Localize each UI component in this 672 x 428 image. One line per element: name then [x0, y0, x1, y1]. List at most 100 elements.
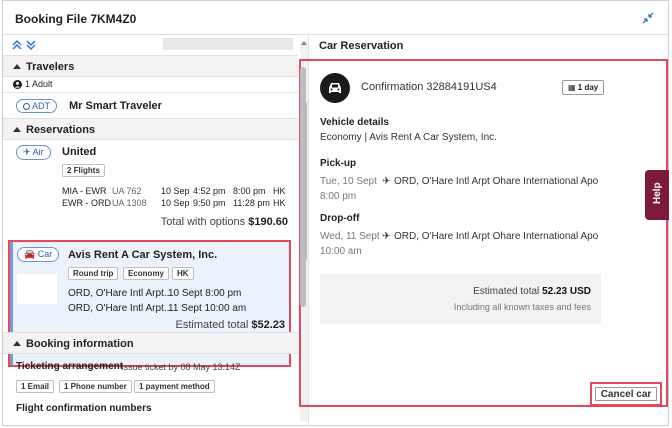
- flight-number: UA 1308: [112, 198, 147, 208]
- flight-status-code: HK: [273, 198, 286, 208]
- ticketing-value: Issue ticket by 08 May 13:14Z: [121, 362, 241, 372]
- traveler-name: Mr Smart Traveler: [69, 100, 162, 112]
- chip-economy: Economy: [123, 267, 170, 280]
- scrollbar-thumb[interactable]: [300, 67, 306, 307]
- reservations-heading: Reservations: [26, 124, 96, 136]
- pickup-time: 8:00 pm: [320, 191, 357, 202]
- dropoff-date: Wed, 11 Sept: [320, 231, 380, 242]
- booking-info-heading: Booking information: [26, 338, 134, 350]
- flight-departure: 4:52 pm: [193, 186, 226, 196]
- plane-icon: ✈: [382, 176, 391, 187]
- person-outline-icon: [23, 103, 30, 111]
- pickup-location: ORD, O'Hare Intl Arpt Ohare Internationa…: [394, 176, 599, 187]
- plane-icon: ✈: [23, 147, 31, 157]
- toolbar: [3, 35, 298, 55]
- car-icon: 🚘: [24, 249, 36, 259]
- caret-up-icon: [13, 127, 21, 132]
- collapse-all-icon[interactable]: [25, 39, 37, 51]
- help-tab[interactable]: Help: [645, 170, 669, 220]
- estimated-total: Estimated total 52.23 USD: [473, 286, 591, 297]
- dropoff-location: ORD, O'Hare Intl Arpt Ohare Internationa…: [394, 231, 599, 242]
- pickup-date: Tue, 10 Sept: [320, 176, 377, 187]
- flight-confirmation-label: Flight confirmation numbers: [16, 403, 152, 414]
- car-dropoff-place: ORD, O'Hare Intl Arpt...: [68, 303, 173, 314]
- chip-payment: 1 payment method: [134, 380, 215, 393]
- air-tag-label: Air: [32, 147, 44, 157]
- ticketing-row: Ticketing arrangement Issue ticket by 08…: [3, 354, 298, 374]
- estimated-total-label: Estimated total: [473, 286, 540, 297]
- total-note: Including all known taxes and fees: [453, 302, 591, 312]
- person-icon: [13, 80, 22, 89]
- caret-up-icon: [13, 341, 21, 346]
- car-pickup-time: 10 Sept 8:00 pm: [168, 288, 242, 299]
- traveler-count-row: 1 Adult: [3, 77, 298, 92]
- flight-confirmation-row: Flight confirmation numbers: [3, 398, 298, 414]
- car-image: [17, 274, 57, 304]
- traveler-count: 1 Adult: [25, 79, 53, 89]
- flight-number: UA 762: [112, 186, 142, 196]
- scroll-up-icon[interactable]: [301, 41, 307, 45]
- chip-email: 1 Email: [16, 380, 55, 393]
- booking-info-section: Booking information Ticketing arrangemen…: [3, 332, 298, 414]
- estimated-total-box: Estimated total 52.23 USD Including all …: [320, 274, 601, 324]
- flight-route: EWR - ORD: [62, 198, 111, 208]
- flight-departure: 9:50 pm: [193, 198, 226, 208]
- reservations-section-header[interactable]: Reservations: [3, 118, 298, 140]
- air-tag: ✈ Air: [16, 145, 51, 160]
- traveler-type-tag: ADT: [16, 99, 58, 113]
- cancel-car-label: Cancel car: [595, 387, 657, 401]
- car-vendor: Avis Rent A Car System, Inc.: [68, 249, 218, 261]
- panel-heading: Car Reservation: [319, 40, 404, 52]
- car-tag: 🚘 Car: [17, 247, 60, 262]
- flight-route: MIA - EWR: [62, 186, 107, 196]
- car-total-label: Estimated total: [175, 319, 249, 331]
- vehicle-value: Economy | Avis Rent A Car System, Inc.: [320, 132, 497, 143]
- flight-arrival: 8:00 pm: [233, 186, 266, 196]
- title-bar: Booking File 7KM4Z0: [3, 1, 668, 35]
- car-dropoff-time: 11 Sept 10:00 am: [168, 303, 247, 314]
- travelers-section-header[interactable]: Travelers: [3, 55, 298, 77]
- contact-chips: 1 Email 1 Phone number 1 payment method: [3, 374, 298, 398]
- booking-info-section-header[interactable]: Booking information: [3, 332, 298, 354]
- chip-status: HK: [172, 267, 194, 280]
- calendar-icon: ▦: [568, 83, 576, 92]
- car-total-value: $52.23: [251, 319, 285, 331]
- plane-icon: ✈: [382, 231, 391, 242]
- ticketing-label: Ticketing arrangement: [16, 361, 124, 372]
- traveler-row[interactable]: ADT Mr Smart Traveler: [3, 92, 298, 118]
- chip-round-trip: Round trip: [68, 267, 119, 280]
- air-reservation[interactable]: ✈ Air United 2 Flights MIA - EWR UA 762 …: [3, 140, 298, 255]
- duration-badge: ▦ 1 day: [562, 80, 605, 95]
- flight-arrival: 11:28 pm: [233, 198, 270, 208]
- flight-date: 10 Sep: [161, 198, 190, 208]
- car-icon: [329, 83, 341, 93]
- window-title: Booking File 7KM4Z0: [15, 12, 137, 26]
- collapse-icon[interactable]: [642, 12, 654, 24]
- car-tag-label: Car: [37, 249, 53, 259]
- travelers-heading: Travelers: [26, 61, 75, 73]
- pickup-heading: Pick-up: [320, 158, 357, 169]
- placeholder-bar: [163, 38, 293, 50]
- right-scrollbar[interactable]: [299, 59, 307, 407]
- car-total: Estimated total $52.23: [176, 319, 285, 331]
- booking-summary-pane: Travelers 1 Adult ADT Mr Smart Traveler …: [3, 35, 308, 427]
- flight-status-code: HK: [273, 186, 286, 196]
- flight-date: 10 Sep: [161, 186, 190, 196]
- dropoff-time: 10:00 am: [320, 246, 362, 257]
- air-total-value: $190.60: [248, 216, 288, 228]
- caret-up-icon: [13, 64, 21, 69]
- chip-phone: 1 Phone number: [59, 380, 132, 393]
- booking-file-window: Booking File 7KM4Z0 Travelers 1 Adult AD…: [2, 0, 670, 427]
- estimated-total-value: 52.23 USD: [542, 286, 591, 297]
- flights-chip: 2 Flights: [62, 164, 105, 177]
- car-avatar: [320, 73, 350, 103]
- help-label: Help: [652, 182, 663, 204]
- traveler-type-label: ADT: [32, 101, 51, 111]
- cancel-car-button[interactable]: Cancel car: [590, 382, 662, 406]
- airline-name: United: [62, 146, 97, 158]
- car-pickup-place: ORD, O'Hare Intl Arpt...: [68, 288, 173, 299]
- confirmation-number: Confirmation 32884191US4: [361, 81, 497, 93]
- expand-all-icon[interactable]: [11, 39, 23, 51]
- dropoff-heading: Drop-off: [320, 213, 360, 224]
- car-reservation-panel: Car Reservation Confirmation 32884191US4…: [299, 35, 670, 427]
